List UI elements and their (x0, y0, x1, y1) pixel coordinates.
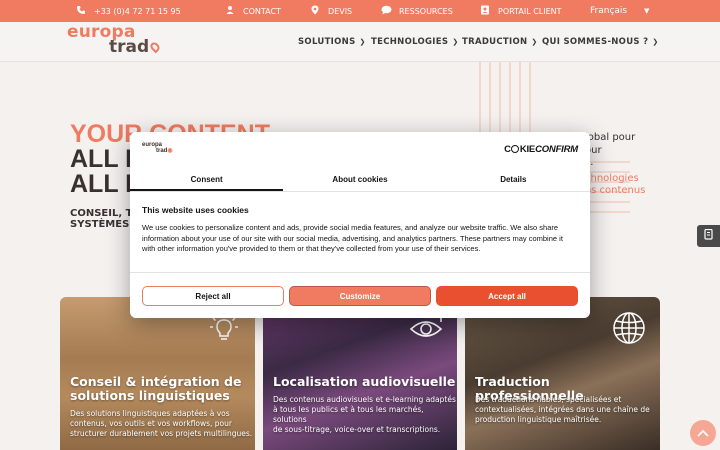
cookie-tabs: Consent About cookies Details (130, 170, 590, 192)
brand-confirm: CONFIRM (535, 144, 578, 155)
accept-all-button[interactable]: Accept all (436, 286, 578, 306)
cookie-o-icon (511, 145, 520, 153)
cookie-heading: This website uses cookies (142, 205, 249, 215)
brand-rest: KIE (519, 144, 536, 155)
tab-details[interactable]: Details (437, 170, 590, 191)
cookie-logo-line2-text: trad (156, 148, 168, 154)
divider (130, 272, 590, 273)
tab-consent[interactable]: Consent (130, 170, 284, 191)
cookie-consent-dialog: europa trad◉ C KIECONFIRM Consent About c… (130, 132, 590, 318)
cookie-body-text: We use cookies to personalize content an… (142, 223, 563, 253)
customize-button[interactable]: Customize (289, 286, 431, 306)
tab-about-cookies[interactable]: About cookies (283, 170, 436, 191)
brand-c: C (504, 144, 511, 155)
logo-pin-icon: ◉ (167, 148, 173, 154)
reject-all-button[interactable]: Reject all (142, 286, 284, 306)
cookie-dialog-logo: europa trad◉ (142, 142, 173, 154)
cookie-logo-line2: trad◉ (142, 148, 173, 154)
cookiebot-brand: C KIECONFIRM (504, 144, 578, 155)
